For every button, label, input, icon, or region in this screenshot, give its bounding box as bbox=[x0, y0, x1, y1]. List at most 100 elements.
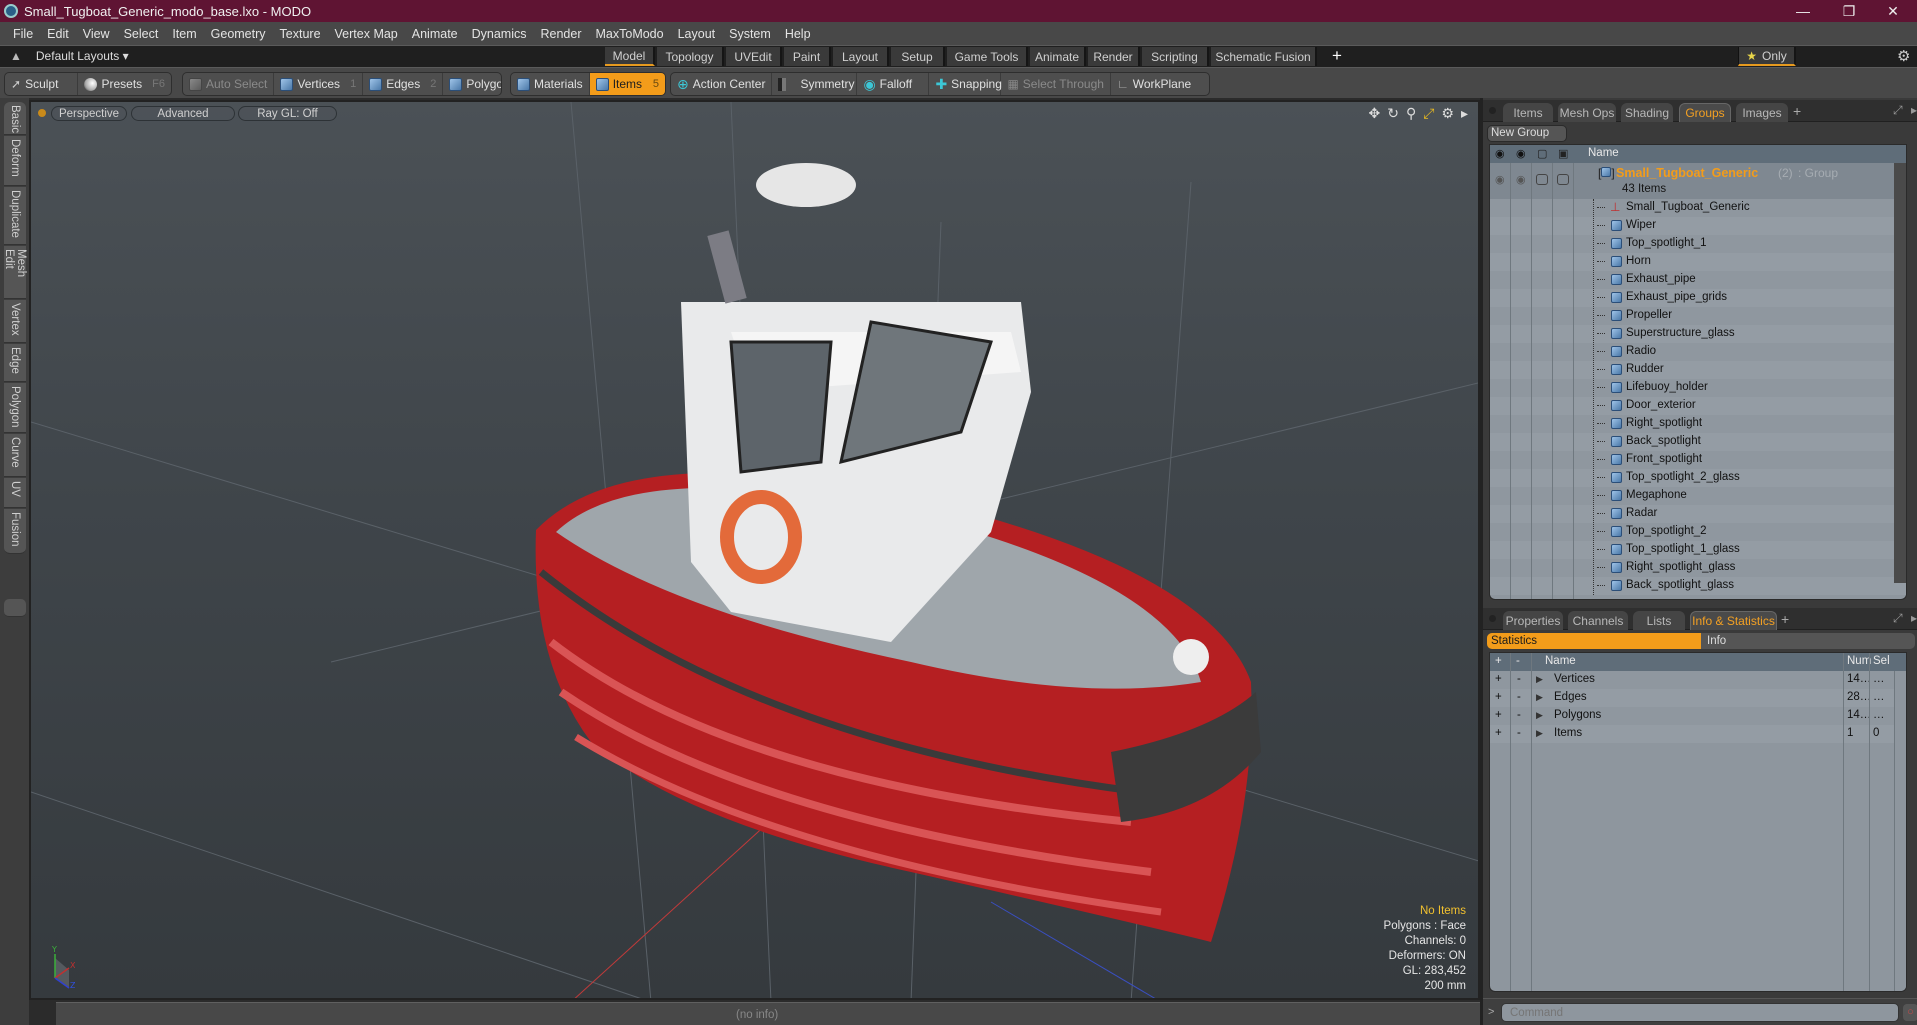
minimize-icon[interactable]: — bbox=[1783, 0, 1823, 22]
vtab-curve[interactable]: Curve bbox=[4, 434, 26, 477]
info-subtab[interactable]: Info bbox=[1701, 633, 1915, 649]
shading-mode-button[interactable]: Advanced bbox=[131, 106, 235, 121]
row-expand-button[interactable]: + bbox=[1495, 673, 1502, 685]
tab-uvedit[interactable]: UVEdit bbox=[726, 47, 782, 66]
group-render-icon[interactable]: ◉ bbox=[1516, 173, 1526, 186]
viewport-gear-icon[interactable]: ⚙ bbox=[1441, 105, 1454, 122]
workplane-button[interactable]: ∟ WorkPlane bbox=[1111, 73, 1197, 95]
menu-view[interactable]: View bbox=[76, 27, 117, 41]
3d-viewport[interactable]: Perspective Advanced Ray GL: Off ✥ ↻ ⚲ ⤢… bbox=[29, 100, 1480, 1000]
tab-channels[interactable]: Channels bbox=[1568, 611, 1628, 630]
menu-edit[interactable]: Edit bbox=[40, 27, 76, 41]
add-panel-tab-icon[interactable]: + bbox=[1793, 103, 1801, 119]
statistics-subtab[interactable]: Statistics bbox=[1487, 633, 1701, 649]
row-collapse-button[interactable]: - bbox=[1517, 727, 1521, 739]
zoom-icon[interactable]: ⚲ bbox=[1406, 105, 1416, 122]
raygl-toggle[interactable]: Ray GL: Off bbox=[238, 106, 337, 121]
lock-cube-icon[interactable]: ▢ bbox=[1537, 147, 1547, 160]
tab-render[interactable]: Render bbox=[1088, 47, 1140, 66]
tab-properties[interactable]: Properties bbox=[1503, 611, 1563, 630]
row-collapse-button[interactable]: - bbox=[1517, 709, 1521, 721]
group-lock-toggle[interactable] bbox=[1536, 174, 1548, 185]
tab-shading[interactable]: Shading bbox=[1621, 103, 1673, 122]
tab-model[interactable]: Model bbox=[605, 47, 655, 66]
vtab-polygon[interactable]: Polygon bbox=[4, 383, 26, 433]
menu-item[interactable]: Item bbox=[165, 27, 203, 41]
tab-lists[interactable]: Lists bbox=[1633, 611, 1685, 630]
panel-menu-arrow-icon[interactable]: ▸ bbox=[1911, 103, 1917, 117]
menu-help[interactable]: Help bbox=[778, 27, 818, 41]
expand-triangle-icon[interactable]: ▶ bbox=[1536, 710, 1543, 721]
vtab-duplicate[interactable]: Duplicate bbox=[4, 187, 26, 245]
tab-scripting[interactable]: Scripting bbox=[1142, 47, 1209, 66]
tab-schematic-fusion[interactable]: Schematic Fusion bbox=[1211, 47, 1317, 66]
statistics-scrollbar[interactable] bbox=[1894, 671, 1906, 991]
menu-maxtomodo[interactable]: MaxToModo bbox=[589, 27, 671, 41]
falloff-button[interactable]: ◉ Falloff bbox=[857, 73, 930, 95]
col-expand-all[interactable]: + bbox=[1495, 655, 1502, 667]
row-expand-button[interactable]: + bbox=[1495, 709, 1502, 721]
restore-icon[interactable]: ❐ bbox=[1829, 0, 1869, 22]
row-expand-button[interactable]: + bbox=[1495, 691, 1502, 703]
items-button[interactable]: Items 5 bbox=[589, 73, 665, 95]
select-through-button[interactable]: ▦ Select Through bbox=[1001, 73, 1111, 95]
collapse-arrow-icon[interactable]: ▲ bbox=[10, 49, 22, 63]
row-collapse-button[interactable]: - bbox=[1517, 673, 1521, 685]
tab-layout[interactable]: Layout bbox=[833, 47, 889, 66]
view-mode-button[interactable]: Perspective bbox=[51, 106, 127, 121]
expand-triangle-icon[interactable]: ▶ bbox=[1536, 692, 1543, 703]
tab-setup[interactable]: Setup bbox=[891, 47, 945, 66]
menu-system[interactable]: System bbox=[722, 27, 778, 41]
command-input[interactable] bbox=[1501, 1003, 1899, 1022]
polygons-button[interactable]: Polygons bbox=[443, 73, 501, 95]
vtab-mesh-edit[interactable]: Mesh Edit bbox=[3, 246, 27, 299]
gear-icon[interactable]: ⚙ bbox=[1897, 47, 1910, 65]
render-camera-icon[interactable]: ◉ bbox=[1516, 147, 1526, 160]
col-collapse-all[interactable]: - bbox=[1516, 655, 1520, 667]
tab-mesh-ops[interactable]: Mesh Ops bbox=[1558, 103, 1616, 122]
groups-scrollbar[interactable] bbox=[1894, 163, 1906, 583]
menu-vertex-map[interactable]: Vertex Map bbox=[328, 27, 405, 41]
add-tab-button[interactable]: + bbox=[1332, 46, 1342, 66]
group-select-toggle[interactable] bbox=[1557, 174, 1569, 185]
action-center-button[interactable]: ⊕ Action Center bbox=[671, 73, 773, 95]
expand-triangle-icon[interactable]: ▶ bbox=[1536, 728, 1543, 739]
group-visibility-icon[interactable]: ◉ bbox=[1495, 173, 1505, 186]
viewport-menu-arrow-icon[interactable]: ▸ bbox=[1461, 105, 1468, 122]
only-toggle[interactable]: ★ Only bbox=[1738, 47, 1796, 66]
menu-layout[interactable]: Layout bbox=[671, 27, 723, 41]
vtab-fusion[interactable]: Fusion bbox=[4, 509, 26, 554]
menu-texture[interactable]: Texture bbox=[273, 27, 328, 41]
tab-topology[interactable]: Topology bbox=[657, 47, 724, 66]
vtab-extra[interactable] bbox=[4, 599, 26, 617]
vtab-basic[interactable]: Basic bbox=[4, 102, 26, 135]
close-icon[interactable]: ✕ bbox=[1873, 0, 1913, 22]
vtab-vertex[interactable]: Vertex bbox=[4, 300, 26, 343]
snapping-button[interactable]: ✚ Snapping bbox=[929, 73, 1002, 95]
presets-button[interactable]: Presets F6 bbox=[78, 73, 171, 95]
panel-menu-arrow-icon[interactable]: ▸ bbox=[1911, 611, 1917, 625]
menu-dynamics[interactable]: Dynamics bbox=[465, 27, 534, 41]
maximize-icon[interactable]: ⤢ bbox=[1423, 105, 1434, 122]
tab-images[interactable]: Images bbox=[1736, 103, 1788, 122]
new-group-button[interactable]: New Group bbox=[1487, 125, 1567, 142]
auto-select-button[interactable]: Auto Select bbox=[183, 73, 275, 95]
tab-info-statistics[interactable]: Info & Statistics bbox=[1690, 611, 1777, 630]
visibility-eye-icon[interactable]: ◉ bbox=[1495, 147, 1505, 160]
vertices-button[interactable]: Vertices 1 bbox=[274, 73, 364, 95]
vtab-deform[interactable]: Deform bbox=[4, 136, 26, 186]
materials-button[interactable]: Materials bbox=[511, 73, 590, 95]
panel-expand-icon[interactable]: ⤢ bbox=[1893, 611, 1903, 626]
add-panel-tab-icon[interactable]: + bbox=[1781, 611, 1789, 627]
tab-game-tools[interactable]: Game Tools bbox=[947, 47, 1028, 66]
menu-select[interactable]: Select bbox=[117, 27, 166, 41]
expand-triangle-icon[interactable]: ▶ bbox=[1536, 674, 1543, 685]
tab-paint[interactable]: Paint bbox=[784, 47, 831, 66]
tab-animate[interactable]: Animate bbox=[1030, 47, 1086, 66]
tab-items[interactable]: Items bbox=[1503, 103, 1553, 122]
rotate-icon[interactable]: ↻ bbox=[1387, 105, 1399, 122]
symmetry-button[interactable]: Symmetry bbox=[772, 73, 858, 95]
menu-animate[interactable]: Animate bbox=[405, 27, 465, 41]
panel-expand-icon[interactable]: ⤢ bbox=[1893, 103, 1903, 118]
edges-button[interactable]: Edges 2 bbox=[363, 73, 444, 95]
